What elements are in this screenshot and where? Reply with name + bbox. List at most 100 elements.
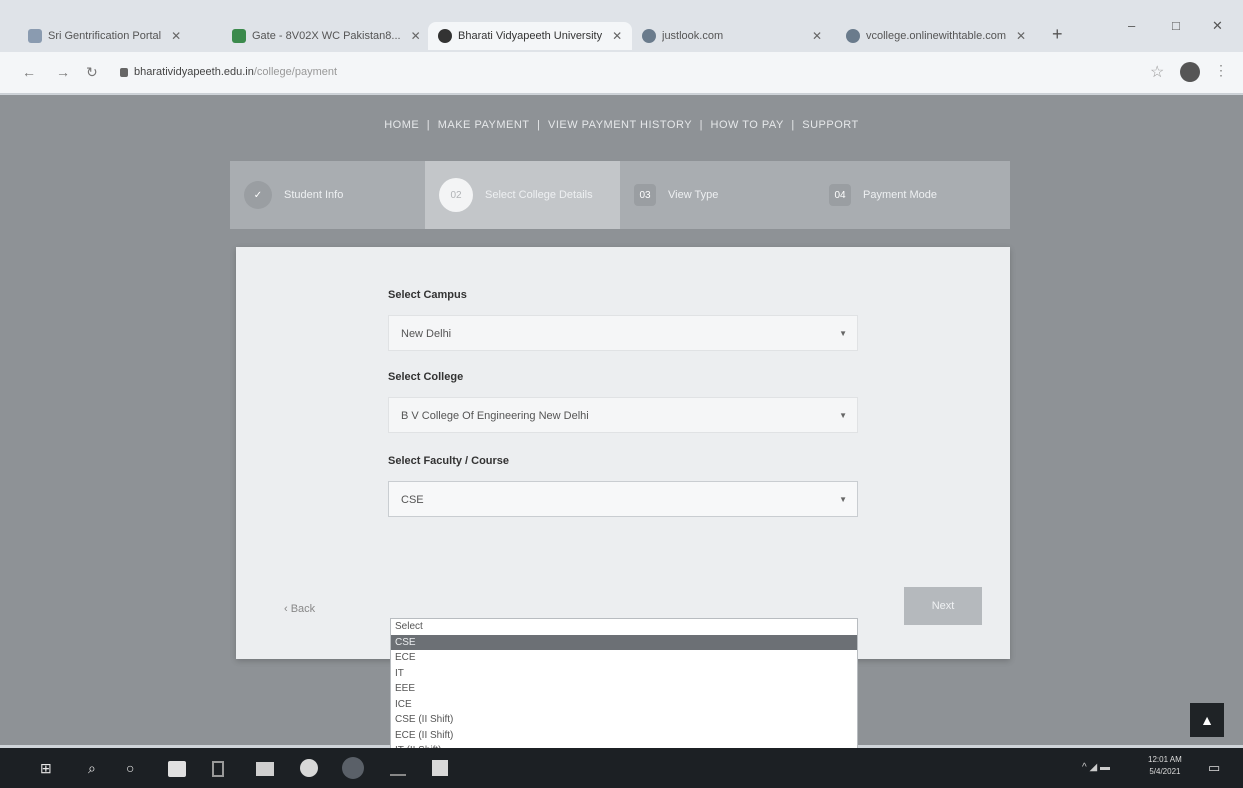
tab-favicon-icon bbox=[232, 29, 246, 43]
nav-separator: | bbox=[537, 119, 541, 131]
tab-close-icon[interactable]: ✕ bbox=[612, 29, 622, 43]
faculty-option[interactable]: ECE (II Shift) bbox=[391, 728, 857, 744]
nav-link-make-payment[interactable]: MAKE PAYMENT bbox=[436, 119, 532, 131]
step-number: 04 bbox=[829, 184, 851, 206]
college-label: Select College bbox=[388, 371, 464, 383]
cortana-icon[interactable]: ○ bbox=[126, 760, 134, 776]
step-number: 03 bbox=[634, 184, 656, 206]
faculty-option[interactable]: ICE bbox=[391, 697, 857, 713]
tab-title: Gate - 8V02X WC Pakistan8... bbox=[252, 30, 401, 42]
app-icon[interactable] bbox=[390, 762, 406, 776]
tab-title: vcollege.onlinewithtable.com bbox=[866, 30, 1007, 42]
faculty-option[interactable]: EEE bbox=[391, 681, 857, 697]
step-label: Payment Mode bbox=[863, 189, 937, 201]
url-field[interactable]: bharatividyapeeth.edu.in/college/payment bbox=[120, 66, 337, 78]
chevron-up-icon: ▲ bbox=[1200, 712, 1214, 728]
maximize-button[interactable]: □ bbox=[1172, 18, 1180, 33]
step-payment-mode: 04 Payment Mode bbox=[815, 161, 1010, 229]
nav-separator: | bbox=[791, 119, 795, 131]
campus-select[interactable]: New Delhi ▼ bbox=[388, 315, 858, 351]
tab-title: justlook.com bbox=[662, 30, 724, 42]
site-top-nav: HOME | MAKE PAYMENT | VIEW PAYMENT HISTO… bbox=[0, 119, 1243, 131]
app-icon[interactable] bbox=[432, 760, 448, 776]
nav-link-how-to-pay[interactable]: HOW TO PAY bbox=[709, 119, 786, 131]
tab-favicon-icon bbox=[28, 29, 42, 43]
faculty-select[interactable]: CSE ▼ bbox=[388, 481, 858, 517]
address-bar: ← → ↻ bharatividyapeeth.edu.in/college/p… bbox=[0, 52, 1243, 94]
browser-taskbar-icon[interactable] bbox=[342, 757, 364, 779]
faculty-option-selected[interactable]: CSE bbox=[391, 634, 857, 650]
chevron-down-icon: ▼ bbox=[839, 495, 847, 504]
faculty-option[interactable]: CSE (II Shift) bbox=[391, 712, 857, 728]
nav-link-home[interactable]: HOME bbox=[382, 119, 421, 131]
url-path: /college/payment bbox=[253, 66, 338, 78]
system-tray-icons[interactable]: ^ ◢ ▬ bbox=[1082, 762, 1110, 773]
profile-avatar[interactable] bbox=[1180, 62, 1200, 82]
faculty-label: Select Faculty / Course bbox=[388, 455, 510, 467]
mail-icon[interactable] bbox=[256, 762, 274, 776]
step-select-college-details: 02 Select College Details bbox=[425, 161, 620, 229]
reload-icon[interactable]: ↻ bbox=[86, 64, 98, 81]
clock-time: 12:01 AM bbox=[1148, 755, 1182, 764]
faculty-option[interactable]: Select bbox=[391, 619, 857, 635]
store-icon[interactable] bbox=[168, 761, 186, 777]
forward-arrow-icon[interactable]: → bbox=[56, 64, 70, 80]
browser-tab-bar: Sri Gentrification Portal ✕ Gate - 8V02X… bbox=[0, 0, 1243, 52]
browser-tab[interactable]: Gate - 8V02X WC Pakistan8... ✕ bbox=[222, 22, 431, 50]
browser-tab[interactable]: vcollege.onlinewithtable.com ✕ bbox=[836, 22, 1036, 50]
scroll-to-top-button[interactable]: ▲ bbox=[1190, 703, 1224, 737]
step-view-type: 03 View Type bbox=[620, 161, 815, 229]
minimize-button[interactable]: – bbox=[1128, 18, 1135, 33]
campus-label: Select Campus bbox=[388, 289, 467, 301]
college-value: B V College Of Engineering New Delhi bbox=[401, 410, 589, 422]
nav-link-support[interactable]: SUPPORT bbox=[800, 119, 860, 131]
step-label: Student Info bbox=[284, 189, 344, 201]
windows-start-icon[interactable]: ⊞ bbox=[40, 760, 52, 777]
next-button[interactable]: Next bbox=[904, 587, 982, 625]
chevron-down-icon: ▼ bbox=[839, 411, 847, 420]
chevron-down-icon: ▼ bbox=[839, 329, 847, 338]
step-check-icon: ✓ bbox=[244, 181, 272, 209]
step-number: 02 bbox=[439, 178, 473, 212]
nav-separator: | bbox=[426, 119, 431, 131]
step-label: View Type bbox=[668, 189, 719, 201]
close-window-button[interactable]: ✕ bbox=[1212, 18, 1223, 34]
notification-icon[interactable]: ▭ bbox=[1208, 760, 1220, 776]
step-student-info: ✓ Student Info bbox=[230, 161, 425, 229]
file-icon[interactable] bbox=[212, 761, 224, 777]
faculty-option[interactable]: IT bbox=[391, 666, 857, 682]
tab-close-icon[interactable]: ✕ bbox=[1016, 29, 1026, 43]
clock-date: 5/4/2021 bbox=[1149, 767, 1181, 776]
browser-tab-active[interactable]: Bharati Vidyapeeth University ✕ bbox=[428, 22, 633, 50]
tab-favicon-icon bbox=[846, 29, 860, 43]
tab-close-icon[interactable]: ✕ bbox=[171, 29, 181, 43]
campus-value: New Delhi bbox=[401, 328, 452, 340]
back-link[interactable]: ‹ Back bbox=[284, 603, 315, 615]
tab-close-icon[interactable]: ✕ bbox=[411, 29, 421, 43]
bookmark-star-icon[interactable]: ☆ bbox=[1150, 62, 1164, 82]
app-icon[interactable] bbox=[300, 759, 318, 777]
nav-separator: | bbox=[699, 119, 703, 131]
tab-close-icon[interactable]: ✕ bbox=[812, 29, 822, 43]
tab-favicon-icon bbox=[438, 29, 452, 43]
browser-tab[interactable]: Sri Gentrification Portal ✕ bbox=[18, 22, 191, 50]
payment-stepper: ✓ Student Info 02 Select College Details… bbox=[230, 161, 1010, 229]
lock-icon bbox=[120, 67, 128, 77]
tab-favicon-icon bbox=[642, 29, 656, 43]
back-arrow-icon[interactable]: ← bbox=[22, 64, 36, 80]
faculty-option[interactable]: ECE bbox=[391, 650, 857, 666]
os-taskbar: ⊞ ⌕ ○ ^ ◢ ▬ 12:01 AM 5/4/2021 ▭ bbox=[0, 748, 1243, 788]
browser-menu-icon[interactable]: ⋮ bbox=[1214, 62, 1228, 79]
search-icon[interactable]: ⌕ bbox=[88, 760, 96, 777]
nav-link-view-payment-history[interactable]: VIEW PAYMENT HISTORY bbox=[546, 119, 694, 131]
tab-title: Bharati Vidyapeeth University bbox=[458, 30, 603, 42]
faculty-value: CSE bbox=[401, 494, 424, 506]
college-select[interactable]: B V College Of Engineering New Delhi ▼ bbox=[388, 397, 858, 433]
step-label: Select College Details bbox=[485, 189, 593, 201]
tab-title: Sri Gentrification Portal bbox=[48, 30, 162, 42]
url-host: bharatividyapeeth.edu.in bbox=[134, 66, 254, 78]
new-tab-button[interactable]: + bbox=[1052, 24, 1063, 45]
browser-tab[interactable]: justlook.com ✕ bbox=[632, 22, 832, 50]
college-details-form: Select Campus New Delhi ▼ Select College… bbox=[236, 247, 1010, 659]
taskbar-clock[interactable]: 12:01 AM 5/4/2021 bbox=[1148, 754, 1182, 778]
